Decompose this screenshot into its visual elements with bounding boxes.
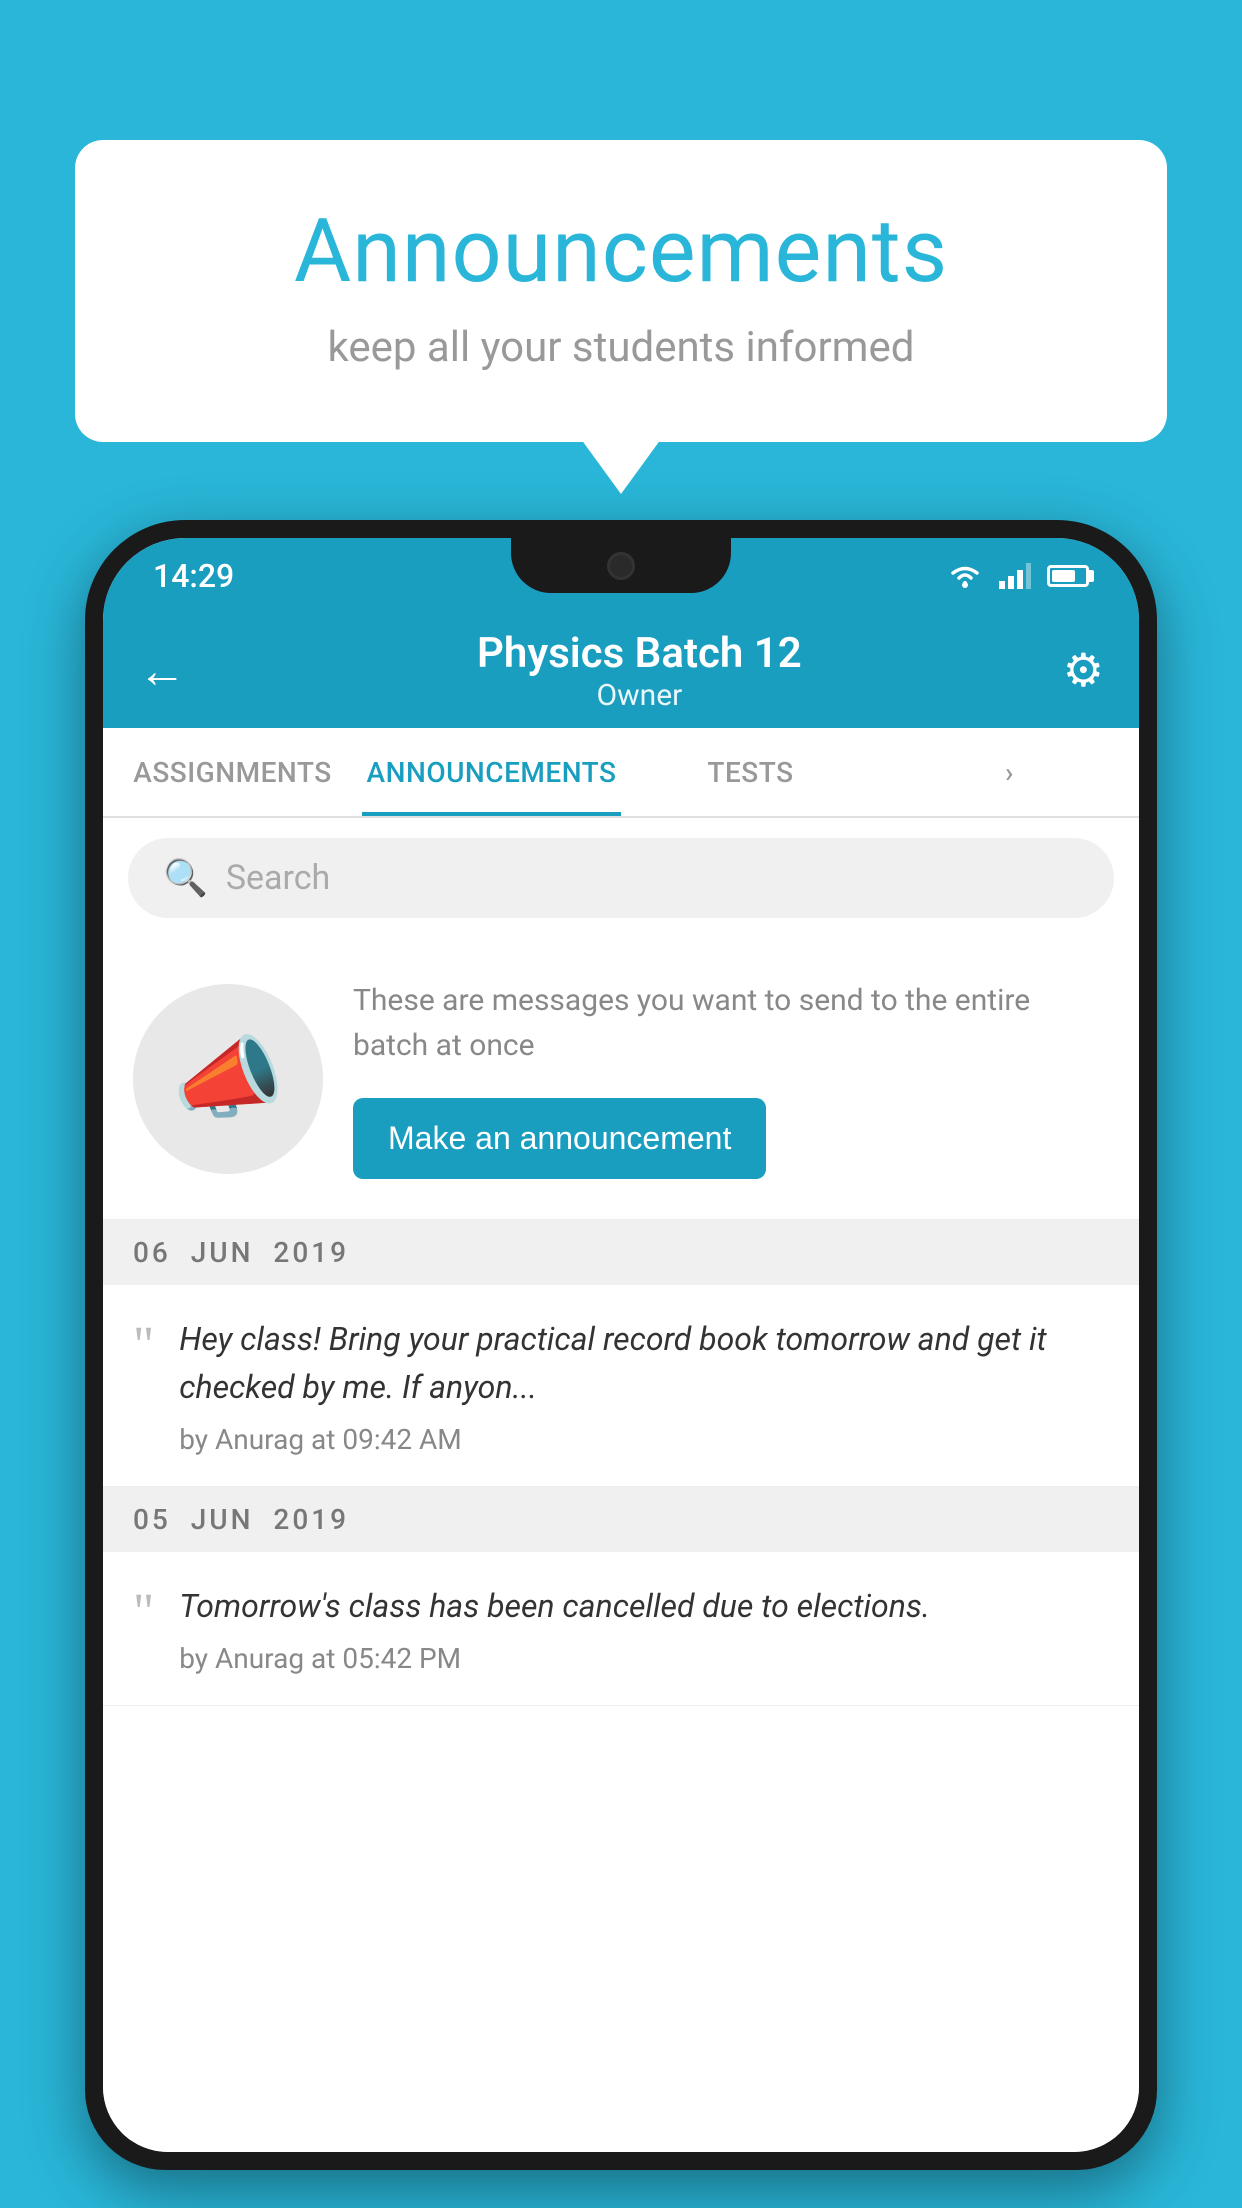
tab-announcements[interactable]: ANNOUNCEMENTS xyxy=(362,728,621,816)
announcement-item-2[interactable]: " Tomorrow's class has been cancelled du… xyxy=(103,1552,1139,1706)
speech-bubble-subtitle: keep all your students informed xyxy=(155,323,1087,372)
announcement-cta: 📣 These are messages you want to send to… xyxy=(103,938,1139,1220)
announcement-meta-1: by Anurag at 09:42 AM xyxy=(179,1423,1109,1456)
search-icon: 🔍 xyxy=(163,857,208,899)
app-bar-title-group: Physics Batch 12 Owner xyxy=(216,629,1063,713)
app-bar-title: Physics Batch 12 xyxy=(216,629,1063,678)
status-icons xyxy=(947,563,1089,589)
phone-mockup: 14:29 xyxy=(85,520,1157,2208)
phone-frame: 14:29 xyxy=(85,520,1157,2170)
speech-bubble-title: Announcements xyxy=(155,200,1087,303)
search-input[interactable]: Search xyxy=(226,858,330,898)
phone-notch xyxy=(511,538,731,593)
screen-content: 🔍 Search 📣 These are messages you want t… xyxy=(103,818,1139,2152)
tab-more[interactable]: › xyxy=(880,728,1139,816)
app-bar-subtitle: Owner xyxy=(216,678,1063,713)
back-button[interactable]: ← xyxy=(138,642,186,699)
announcement-text-group-1: Hey class! Bring your practical record b… xyxy=(179,1315,1109,1456)
announcement-text-2: Tomorrow's class has been cancelled due … xyxy=(179,1582,1109,1630)
tab-assignments[interactable]: ASSIGNMENTS xyxy=(103,728,362,816)
make-announcement-button[interactable]: Make an announcement xyxy=(353,1098,766,1179)
battery-icon xyxy=(1047,565,1089,587)
app-bar: ← Physics Batch 12 Owner ⚙ xyxy=(103,613,1139,728)
wifi-icon xyxy=(947,563,983,589)
megaphone-icon: 📣 xyxy=(172,1026,284,1131)
announcement-item-1[interactable]: " Hey class! Bring your practical record… xyxy=(103,1285,1139,1487)
search-bar[interactable]: 🔍 Search xyxy=(128,838,1114,918)
speech-bubble: Announcements keep all your students inf… xyxy=(75,140,1167,442)
settings-icon[interactable]: ⚙ xyxy=(1063,643,1104,698)
announcement-text-1: Hey class! Bring your practical record b… xyxy=(179,1315,1109,1411)
cta-right: These are messages you want to send to t… xyxy=(353,978,1109,1179)
phone-camera xyxy=(607,552,635,580)
date-separator-1: 06 JUN 2019 xyxy=(103,1220,1139,1285)
announcement-text-group-2: Tomorrow's class has been cancelled due … xyxy=(179,1582,1109,1675)
signal-icon xyxy=(999,563,1031,589)
date-separator-2: 05 JUN 2019 xyxy=(103,1487,1139,1552)
tab-tests[interactable]: TESTS xyxy=(621,728,880,816)
quote-icon-2: " xyxy=(133,1587,154,1639)
phone-screen: 14:29 xyxy=(103,538,1139,2152)
tabs-bar: ASSIGNMENTS ANNOUNCEMENTS TESTS › xyxy=(103,728,1139,818)
cta-description: These are messages you want to send to t… xyxy=(353,978,1109,1068)
megaphone-circle: 📣 xyxy=(133,984,323,1174)
quote-icon-1: " xyxy=(133,1320,154,1372)
speech-bubble-container: Announcements keep all your students inf… xyxy=(75,140,1167,442)
search-bar-wrapper: 🔍 Search xyxy=(103,818,1139,938)
announcement-meta-2: by Anurag at 05:42 PM xyxy=(179,1642,1109,1675)
